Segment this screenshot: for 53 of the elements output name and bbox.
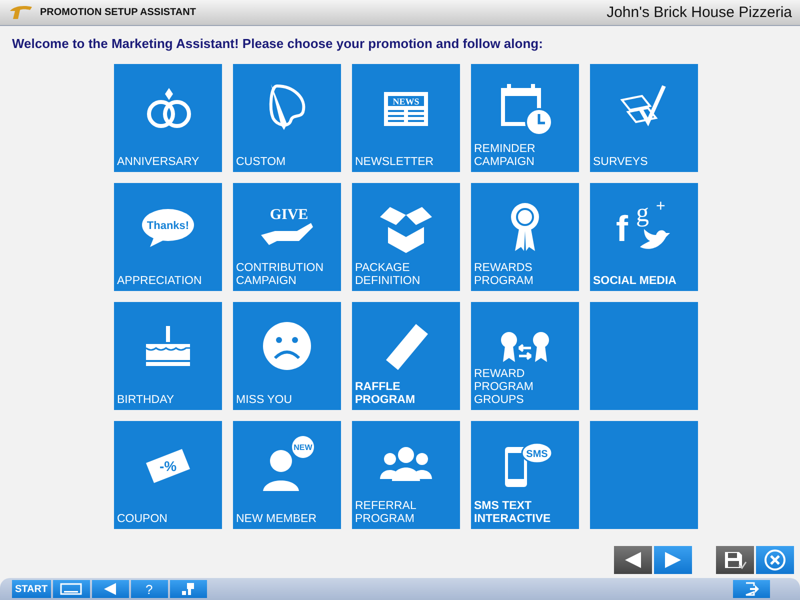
checklist-icon	[620, 85, 666, 126]
promotion-tile[interactable]: f g + SOCIAL MEDIA	[590, 183, 698, 291]
welcome-text: Welcome to the Marketing Assistant! Please choose your promotion and follow along:	[12, 36, 544, 51]
newspaper-icon: NEWS	[384, 92, 428, 126]
group-icon	[380, 447, 432, 481]
exit-icon	[744, 582, 760, 596]
close-icon	[764, 549, 786, 571]
screen-icon	[60, 583, 82, 595]
promotion-tile[interactable]: REWARDS PROGRAM	[471, 183, 579, 291]
back-button[interactable]	[614, 546, 652, 574]
calendar-clock-icon	[501, 84, 553, 136]
scanner-button[interactable]	[170, 580, 207, 598]
promotion-tile[interactable]: GIVE CONTRIBUTION CAMPAIGN	[233, 183, 341, 291]
window-title: PROMOTION SETUP ASSISTANT	[40, 7, 196, 18]
social-icons-drawing: f g +	[616, 198, 670, 249]
promotion-tile[interactable]: REFERRAL PROGRAM	[352, 421, 460, 529]
back-button[interactable]	[92, 580, 129, 598]
rings-icon	[147, 88, 191, 128]
scanner-icon	[181, 582, 196, 596]
exit-button[interactable]	[733, 580, 770, 598]
box-icon	[380, 207, 432, 253]
ribbons-exchange-icon	[501, 332, 549, 362]
promotion-tile[interactable]: REWARD PROGRAM GROUPS	[471, 302, 579, 410]
back-icon	[103, 582, 118, 596]
ticket-icon	[386, 324, 428, 370]
promotion-tile[interactable]: BIRTHDAY	[114, 302, 222, 410]
promotion-tile[interactable]: ANNIVERSARY	[114, 64, 222, 172]
promotion-tile[interactable]: PACKAGE DEFINITION	[352, 183, 460, 291]
screen-button[interactable]	[52, 580, 90, 598]
save-button[interactable]	[716, 546, 754, 574]
business-name: John's Brick House Pizzeria	[606, 4, 792, 21]
ribbon-icon	[511, 203, 539, 251]
cake-icon	[146, 326, 190, 366]
promotion-tile[interactable]: MISS YOU	[233, 302, 341, 410]
promotion-tile[interactable]: CUSTOM	[233, 64, 341, 172]
save-icon	[723, 550, 747, 570]
promotion-tile[interactable]: REMINDER CAMPAIGN	[471, 64, 579, 172]
logo-icon	[8, 4, 34, 20]
promotion-tile[interactable]: SMS SMS TEXT INTERACTIVE	[471, 421, 579, 529]
next-icon	[663, 550, 683, 570]
start-button[interactable]: START	[12, 580, 51, 598]
sad-face-icon	[263, 322, 311, 370]
next-button[interactable]	[654, 546, 692, 574]
promotion-tile[interactable]: Thanks! APPRECIATION	[114, 183, 222, 291]
promotion-tile[interactable]: -% COUPON	[114, 421, 222, 529]
promotion-tile[interactable]: RAFFLE PROGRAM	[352, 302, 460, 410]
promotion-tile[interactable]: NEWS NEWSLETTER	[352, 64, 460, 172]
back-icon	[623, 550, 643, 570]
help-button[interactable]: ?	[130, 580, 168, 598]
coupon-icon: -%	[146, 449, 190, 483]
promotion-tile[interactable]: SURVEYS	[590, 64, 698, 172]
promotion-tile[interactable]: NEW NEW MEMBER	[233, 421, 341, 529]
close-button[interactable]	[756, 546, 794, 574]
